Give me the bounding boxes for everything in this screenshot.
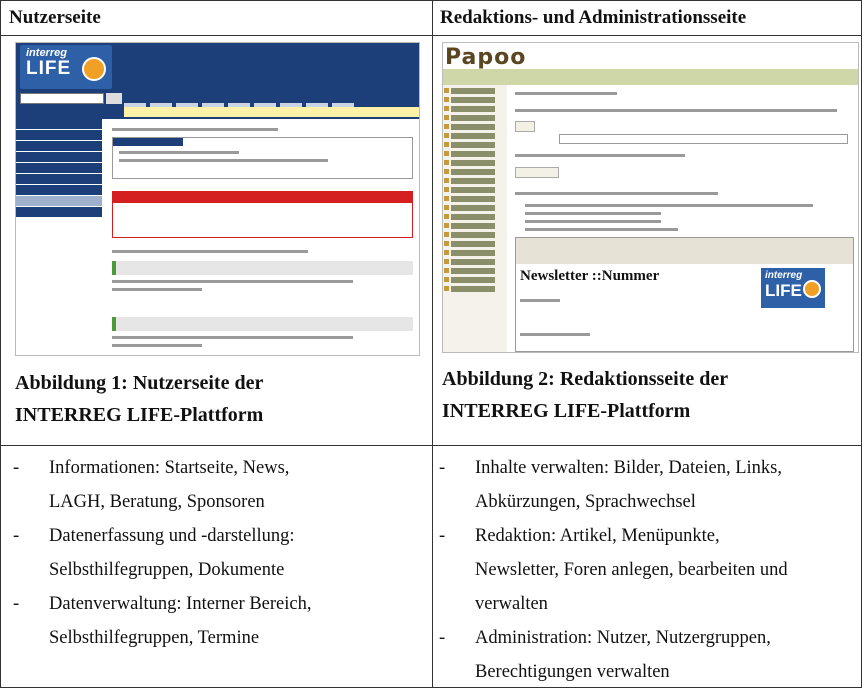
site-header: interreg LIFE [16,43,419,119]
header-row-divider [1,35,861,36]
admin-header-strip [443,69,858,85]
list-item-line: Administration: Nutzer, Nutzergruppen, [475,628,771,648]
search-form [112,137,413,179]
list-item-line: Selbsthilfegruppen, Termine [49,628,260,648]
user-page-feature-list: Informationen: Startseite, News, LAGH, B… [13,451,423,655]
newsletter-editor: Newsletter ::Nummer interreg LIFE [515,87,854,352]
caption-line: INTERREG LIFE-Plattform [442,400,691,422]
list-item: Datenverwaltung: Interner Bereich, Selbs… [13,587,423,655]
warning-banner [112,191,413,202]
caption-line: INTERREG LIFE-Plattform [15,404,264,426]
logo-interreg-text: interreg [765,270,803,281]
figure-1-caption: Abbildung 1: Nutzerseite der INTERREG LI… [15,367,263,431]
newsletter-heading: Newsletter ::Nummer [520,268,660,284]
list-item-line: Redaktion: Artikel, Menüpunkte, [475,526,720,546]
betreff-tab [515,121,535,132]
search-results-area [112,123,413,355]
admin-menu [443,85,507,352]
list-item-line: verwalten [475,594,548,614]
list-item-line: Abkürzungen, Sprachwechsel [475,492,696,512]
sun-icon [803,280,821,298]
list-item-line: Selbsthilfegruppen, Dokumente [49,560,285,580]
sun-icon [82,57,106,81]
figure-2-caption: Abbildung 2: Redaktionsseite der INTERRE… [442,363,728,427]
interreg-life-logo: interreg LIFE [20,45,112,89]
list-item-line: Informationen: Startseite, News, [49,458,290,478]
list-item-line: Datenverwaltung: Interner Bereich, [49,594,312,614]
list-item-line: Berechtigungen verwalten [475,662,670,682]
caption-line: Abbildung 2: Redaktionsseite der [442,368,729,390]
subject-field [559,134,848,144]
news-teaser [112,261,413,275]
editor-page-heading: Redaktions- und Administrationsseite [440,7,747,28]
list-item-line: Datenerfassung und -darstellung: [49,526,295,546]
interreg-life-logo: interreg LIFE [761,268,825,308]
list-item: Administration: Nutzer, Nutzergruppen, B… [439,621,859,689]
caption-line: Abbildung 1: Nutzerseite der [15,372,264,394]
search-input [20,93,104,104]
sidebar-navigation [16,119,102,355]
bullet-row-divider [1,445,861,446]
warning-message [112,202,413,238]
user-page-heading: Nutzerseite [9,7,101,28]
editor-toolbar [516,238,853,264]
list-item: Redaktion: Artikel, Menüpunkte, Newslett… [439,519,859,621]
impressum-button [515,167,559,178]
rich-text-editor: Newsletter ::Nummer interreg LIFE [515,237,854,352]
list-item: Inhalte verwalten: Bilder, Dateien, Link… [439,451,859,519]
list-item: Datenerfassung und -darstellung: Selbsth… [13,519,423,587]
news-teaser [112,317,413,331]
breadcrumb [124,107,419,117]
list-item-line: LAGH, Beratung, Sponsoren [49,492,265,512]
list-item-line: Inhalte verwalten: Bilder, Dateien, Link… [475,458,782,478]
user-page-screenshot: interreg LIFE [15,42,420,356]
list-item: Informationen: Startseite, News, LAGH, B… [13,451,423,519]
editor-page-screenshot: Papoo Newsletter ::Nummer interreg LIFE [442,42,859,353]
papoo-logo: Papoo [445,45,527,70]
search-button [106,93,122,104]
logo-life-text: LIFE [765,281,802,300]
editor-page-feature-list: Inhalte verwalten: Bilder, Dateien, Link… [439,451,859,689]
comparison-table: Nutzerseite Redaktions- und Administrati… [0,0,862,688]
logo-life-text: LIFE [26,58,72,79]
list-item-line: Newsletter, Foren anlegen, bearbeiten un… [475,560,788,580]
column-divider [432,1,433,687]
top-navigation [124,94,419,107]
